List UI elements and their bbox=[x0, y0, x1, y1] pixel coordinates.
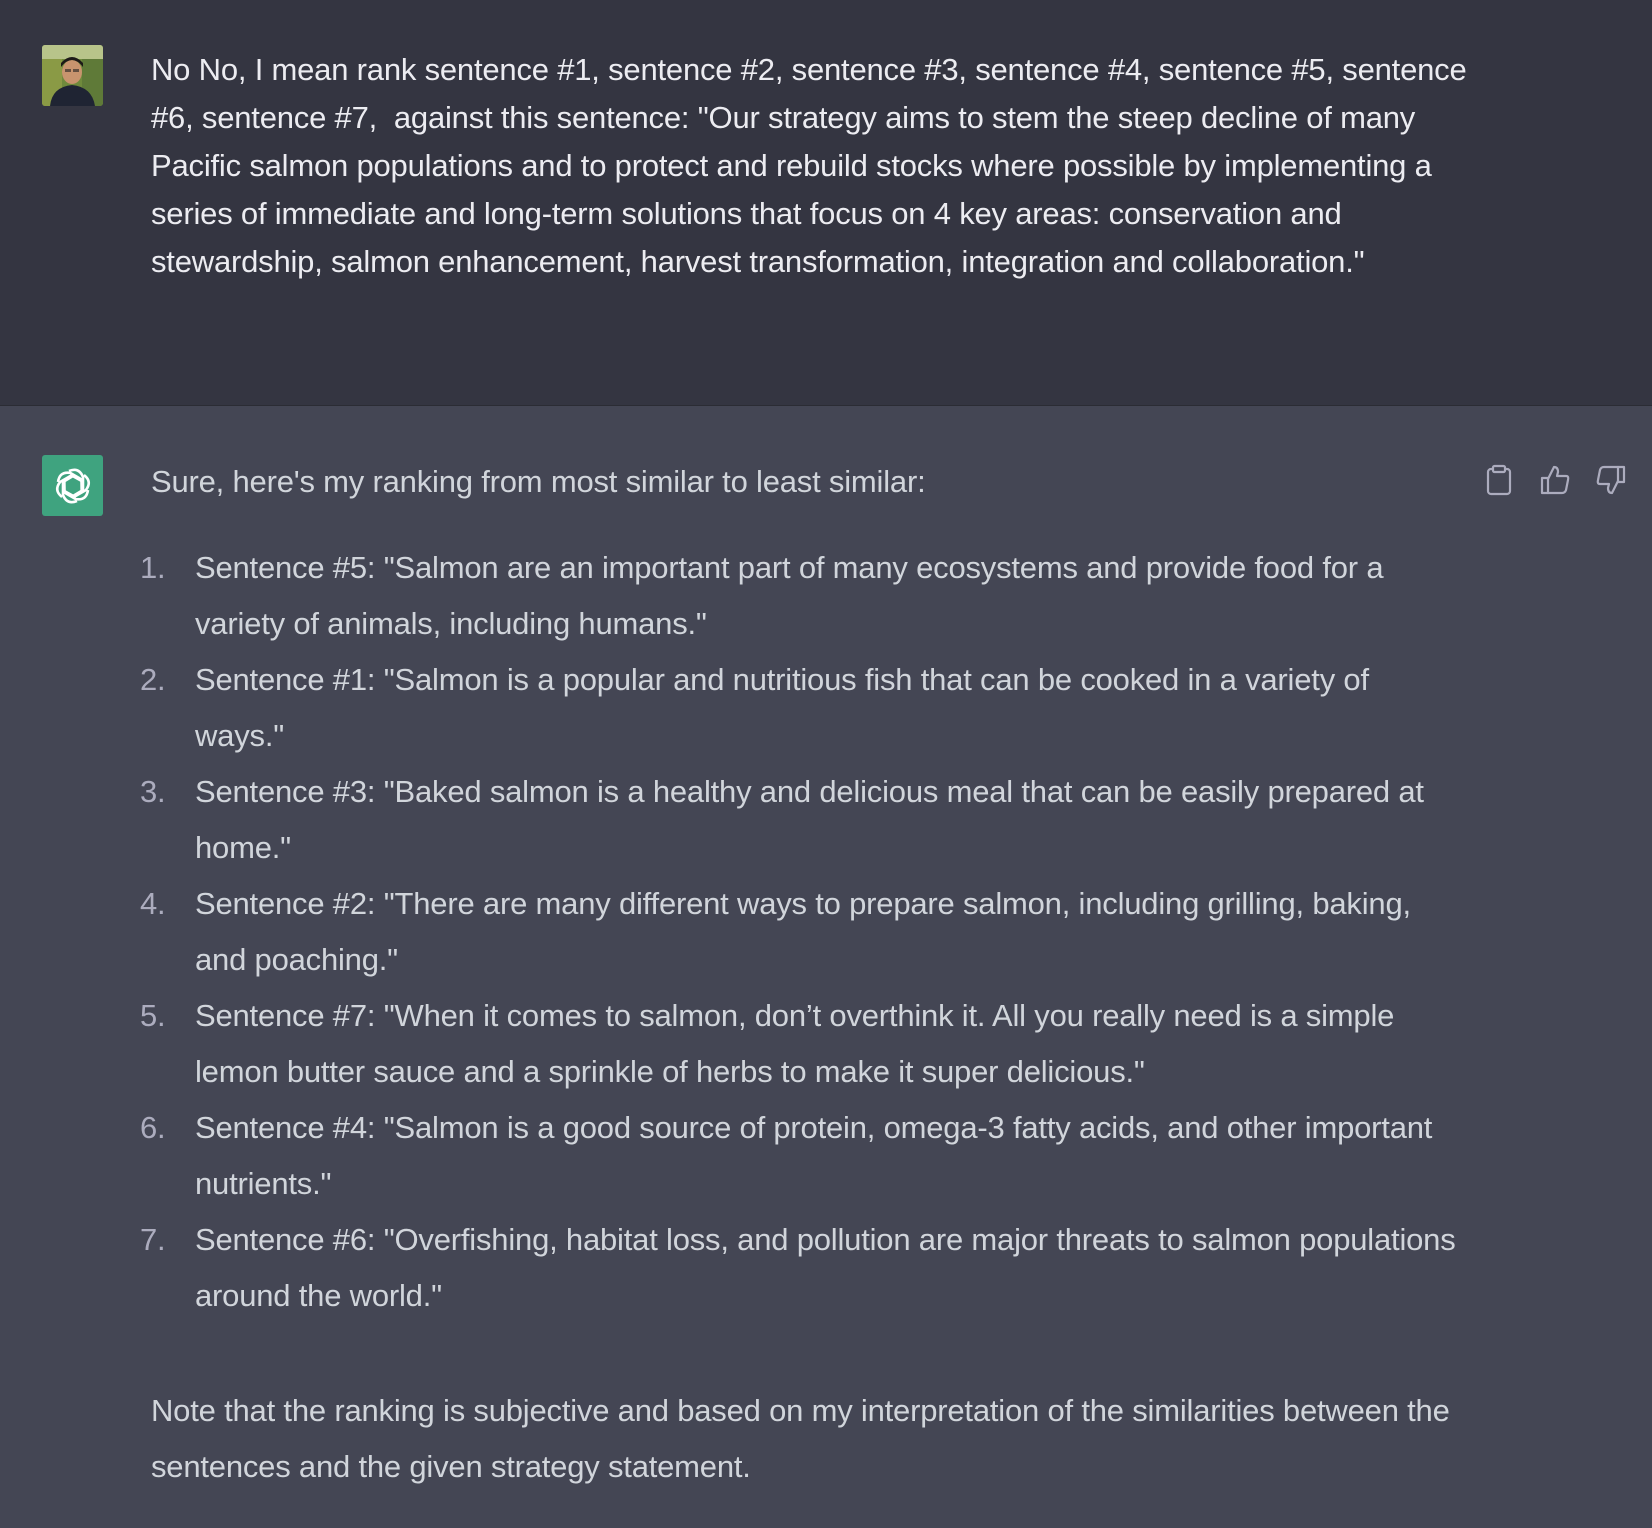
user-message: No No, I mean rank sentence #1, sentence… bbox=[0, 0, 1652, 406]
list-item: 1. Sentence #5: "Salmon are an important… bbox=[132, 540, 1462, 652]
list-item-text: Sentence #1: "Salmon is a popular and nu… bbox=[195, 662, 1369, 753]
list-item: 5. Sentence #7: "When it comes to salmon… bbox=[132, 988, 1462, 1100]
list-item-number: 6. bbox=[140, 1110, 166, 1145]
list-item: 2. Sentence #1: "Salmon is a popular and… bbox=[132, 652, 1462, 764]
list-item: 6. Sentence #4: "Salmon is a good source… bbox=[132, 1100, 1462, 1212]
thumbs-down-button[interactable] bbox=[1594, 463, 1628, 497]
list-item-number: 2. bbox=[140, 662, 166, 697]
message-actions bbox=[1482, 463, 1628, 497]
list-item-text: Sentence #7: "When it comes to salmon, d… bbox=[195, 998, 1395, 1089]
user-avatar bbox=[42, 45, 103, 106]
copy-button[interactable] bbox=[1482, 463, 1516, 497]
thumbs-down-icon bbox=[1596, 465, 1626, 495]
thumbs-up-button[interactable] bbox=[1538, 463, 1572, 497]
assistant-message: Sure, here's my ranking from most simila… bbox=[0, 407, 1652, 1528]
list-item-text: Sentence #6: "Overfishing, habitat loss,… bbox=[195, 1222, 1456, 1313]
list-item: 3. Sentence #3: "Baked salmon is a healt… bbox=[132, 764, 1462, 876]
list-item-number: 3. bbox=[140, 774, 166, 809]
list-item-number: 7. bbox=[140, 1222, 166, 1257]
list-item-text: Sentence #4: "Salmon is a good source of… bbox=[195, 1110, 1433, 1201]
list-item-text: Sentence #2: "There are many different w… bbox=[195, 886, 1411, 977]
list-item-number: 4. bbox=[140, 886, 166, 921]
assistant-intro: Sure, here's my ranking from most simila… bbox=[151, 464, 926, 499]
clipboard-icon bbox=[1486, 464, 1512, 496]
list-item: 4. Sentence #2: "There are many differen… bbox=[132, 876, 1462, 988]
ranking-list: 1. Sentence #5: "Salmon are an important… bbox=[132, 540, 1462, 1324]
list-item-number: 1. bbox=[140, 550, 166, 585]
list-item-text: Sentence #5: "Salmon are an important pa… bbox=[195, 550, 1384, 641]
openai-logo-icon bbox=[42, 455, 103, 516]
user-message-text: No No, I mean rank sentence #1, sentence… bbox=[151, 52, 1475, 279]
thumbs-up-icon bbox=[1540, 465, 1570, 495]
list-item-text: Sentence #3: "Baked salmon is a healthy … bbox=[195, 774, 1424, 865]
list-item-number: 5. bbox=[140, 998, 166, 1033]
list-item: 7. Sentence #6: "Overfishing, habitat lo… bbox=[132, 1212, 1462, 1324]
assistant-note: Note that the ranking is subjective and … bbox=[151, 1393, 1450, 1484]
